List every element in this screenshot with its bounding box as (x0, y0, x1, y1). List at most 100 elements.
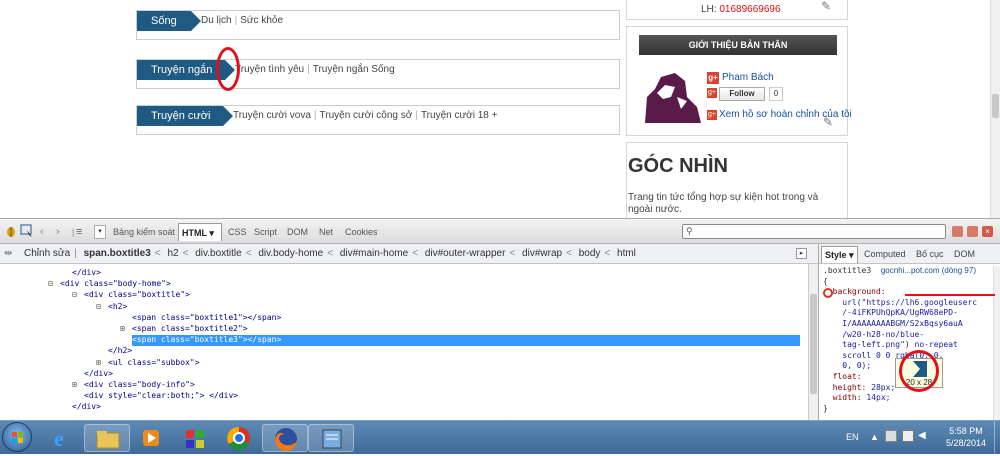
tab-dom[interactable]: DOM (284, 223, 311, 241)
css-declaration-line[interactable]: background: (823, 287, 997, 298)
css-declaration-line[interactable]: } (823, 404, 997, 415)
category-title[interactable]: Truyện ngắn (137, 60, 235, 80)
chrome-icon[interactable] (216, 424, 262, 452)
category-link[interactable]: Truyện ngắn Sống (313, 64, 395, 75)
wrench-icon[interactable]: ✎ (823, 115, 833, 129)
tab-css[interactable]: CSS (225, 223, 250, 241)
css-declaration-line[interactable]: tag-left.png") no-repeat (823, 340, 997, 351)
breadcrumb-scroll-right-icon[interactable]: ▸ (796, 248, 807, 259)
tab-dom-side[interactable]: DOM (951, 246, 978, 263)
firebug-icon[interactable] (4, 224, 18, 240)
detach-icon[interactable] (967, 226, 978, 237)
collapse-icon[interactable]: ⊟ (72, 290, 77, 300)
tab-console[interactable]: Bảng kiểm soát (110, 223, 178, 241)
tab-net[interactable]: Net (316, 223, 336, 241)
scrollbar-thumb[interactable] (810, 294, 817, 394)
search-input[interactable]: ⚲ (682, 224, 946, 239)
annotation-circle (899, 350, 939, 392)
show-desktop-button[interactable] (994, 421, 1000, 455)
about-title: GIỚI THIỆU BẢN THÂN (639, 35, 837, 55)
avatar[interactable] (641, 67, 703, 125)
expand-icon[interactable]: ⊞ (72, 380, 77, 390)
breadcrumb-item[interactable]: div.boxtitle (192, 244, 245, 264)
tab-style[interactable]: Style ▾ (821, 246, 858, 263)
html-tree-line[interactable]: </div> (72, 402, 101, 413)
css-declaration-line[interactable]: /w20-h28-no/blue- (823, 330, 997, 341)
breadcrumb-item[interactable]: html (614, 244, 639, 264)
flag-icon[interactable] (885, 430, 897, 442)
page-scrollbar[interactable] (990, 0, 1000, 218)
breadcrumb-item[interactable]: div#outer-wrapper (422, 244, 509, 264)
forward-icon[interactable]: › (56, 224, 66, 240)
css-source-link[interactable]: gocnhi...pot.com (dòng 97) (881, 266, 976, 275)
html-tree-line[interactable]: ⊞ <span class="boxtitle2"> (120, 324, 248, 335)
category-title[interactable]: Truyện cười (137, 106, 233, 126)
breadcrumb-item[interactable]: span.boxtitle3 (81, 244, 154, 264)
scrollbar-thumb[interactable] (992, 94, 999, 118)
breadcrumb-item[interactable]: body (576, 244, 604, 264)
html-tree-line[interactable]: </h2> (108, 346, 132, 357)
close-icon[interactable]: × (982, 226, 993, 237)
language-indicator[interactable]: EN (846, 432, 859, 442)
category-link[interactable]: Truyện cười vova (233, 110, 311, 121)
html-tree-line[interactable]: <span class="boxtitle3"></span> (132, 335, 800, 347)
collapse-icon[interactable]: ⊟ (96, 302, 101, 312)
collapse-icon[interactable]: ⊟ (48, 279, 53, 289)
minimize-icon[interactable] (952, 226, 963, 237)
html-tree-line[interactable]: </div> (72, 268, 101, 279)
chevron-down-icon[interactable]: ▾ (94, 225, 106, 239)
css-declaration-line[interactable]: { (823, 277, 997, 288)
html-tree-line[interactable]: ⊟ <div class="body-home"> (48, 279, 171, 290)
menu-lines-icon[interactable]: ≡ (76, 224, 88, 240)
html-tree-line[interactable]: <span class="boxtitle1"></span> (132, 313, 281, 324)
html-tree-line[interactable]: ⊟ <div class="boxtitle"> (72, 290, 190, 301)
expand-icon[interactable]: ⊞ (120, 324, 125, 334)
firefox-icon[interactable] (262, 424, 308, 452)
breadcrumb-item[interactable]: div#main-home (337, 244, 411, 264)
html-tree-line[interactable]: ⊞ <ul class="subbox"> (96, 358, 200, 369)
clock[interactable]: 5:58 PM 5/28/2014 (940, 425, 992, 449)
disable-rule-icon[interactable] (823, 288, 833, 298)
category-link[interactable]: Truyện tình yêu (235, 64, 304, 75)
style-pane-scrollbar[interactable] (993, 266, 1000, 420)
chevron-up-icon[interactable]: ▲ (870, 432, 879, 442)
app-icon[interactable] (172, 424, 218, 452)
html-tree-line-text: <div class="body-info"> (84, 380, 195, 389)
follow-button[interactable]: Follow (719, 87, 765, 101)
media-player-icon[interactable] (128, 424, 174, 452)
notes-app-icon[interactable] (308, 424, 354, 452)
html-tree-line[interactable]: </div> (84, 369, 113, 380)
tab-script[interactable]: Script (251, 223, 280, 241)
file-explorer-icon[interactable] (84, 424, 130, 452)
breadcrumb-scroll-left-icon[interactable]: ⇹ (4, 244, 12, 264)
html-panel-scrollbar[interactable] (808, 264, 818, 420)
tab-cookies[interactable]: Cookies (342, 223, 381, 241)
breadcrumb-item[interactable]: div#wrap (519, 244, 565, 264)
tab-layout[interactable]: Bố cục (913, 246, 947, 263)
breadcrumb-item[interactable]: h2 (164, 244, 181, 264)
back-icon[interactable]: ‹ (40, 224, 50, 240)
category-link[interactable]: Du lịch (201, 15, 232, 26)
network-icon[interactable] (902, 430, 914, 442)
expand-icon[interactable]: ⊞ (96, 358, 101, 368)
html-tree-line[interactable]: ⊞ <div class="body-info"> (72, 380, 195, 391)
html-tree-line[interactable]: <div style="clear:both;"> </div> (84, 391, 238, 402)
category-link[interactable]: Sức khỏe (240, 15, 283, 26)
tab-computed[interactable]: Computed (861, 246, 909, 263)
wrench-icon[interactable]: ✎ (821, 0, 835, 13)
start-button[interactable] (2, 422, 32, 452)
css-declaration-line[interactable]: url("https://lh6.googleuserc (823, 298, 997, 309)
profile-name[interactable]: Pham Bách (722, 72, 774, 83)
tab-html[interactable]: HTML ▾ (178, 223, 222, 241)
css-declaration-line[interactable]: width: 14px; (823, 393, 997, 404)
category-title[interactable]: Sống (137, 11, 201, 31)
css-declaration-line[interactable]: I/AAAAAAAABGM/S2xBqsy6auA (823, 319, 997, 330)
category-link[interactable]: Truyện cười công sở (320, 110, 413, 121)
internet-explorer-icon[interactable]: e (40, 424, 86, 452)
breadcrumb-item[interactable]: div.body-home (255, 244, 326, 264)
css-declaration-line[interactable]: /-4iFKPUhQpKA/UgRW68ePD- (823, 308, 997, 319)
inspect-icon[interactable] (20, 224, 34, 240)
volume-icon[interactable]: ◀ (918, 430, 930, 442)
html-tree-line[interactable]: ⊟ <h2> (96, 302, 127, 313)
category-link[interactable]: Truyện cười 18 + (421, 110, 498, 121)
